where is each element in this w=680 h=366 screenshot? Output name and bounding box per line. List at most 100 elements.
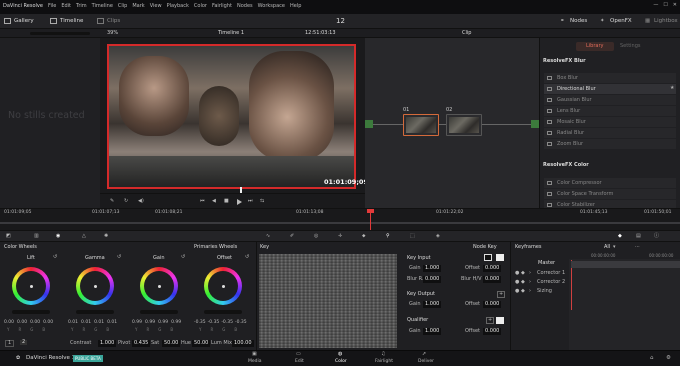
expand-chevron-icon[interactable]: › bbox=[529, 271, 531, 276]
expand-chevron-icon[interactable]: › bbox=[529, 280, 531, 285]
page-fairlight[interactable]: Fairlight bbox=[375, 359, 393, 365]
gain-master-slider[interactable] bbox=[140, 310, 178, 314]
key-offset-field[interactable]: 0.000 bbox=[483, 265, 502, 272]
menu-playback[interactable]: Playback bbox=[167, 4, 189, 9]
lummix-field[interactable]: 100.00 bbox=[232, 340, 254, 347]
reset-icon[interactable]: ↺ bbox=[53, 255, 57, 260]
fx-item-box-blur[interactable]: Box Blur bbox=[544, 73, 676, 83]
keyframe-track-area[interactable] bbox=[569, 259, 680, 350]
viewer-zoom[interactable]: 39% bbox=[107, 31, 118, 36]
menu-timeline[interactable]: Timeline bbox=[92, 4, 113, 9]
playhead-handle[interactable] bbox=[367, 209, 374, 213]
out-gain-field[interactable]: 1.000 bbox=[423, 301, 442, 308]
pen-icon[interactable]: ✎ bbox=[110, 199, 114, 204]
blur-hv-field[interactable]: 0.000 bbox=[483, 276, 502, 283]
settings-gear-icon[interactable]: ⚙ bbox=[666, 355, 671, 362]
fx-item-gaussian-blur[interactable]: Gaussian Blur bbox=[544, 95, 676, 105]
gallery-tab[interactable]: Gallery bbox=[14, 18, 34, 25]
menu-trim[interactable]: Trim bbox=[76, 4, 87, 9]
value[interactable]: -0.35 bbox=[235, 320, 247, 325]
page-color[interactable]: Color bbox=[335, 359, 347, 365]
keyframe-diamond-icon[interactable]: ◆ bbox=[521, 271, 525, 276]
gamma-wheel[interactable] bbox=[76, 267, 114, 305]
fx-item-zoom-blur[interactable]: Zoom Blur bbox=[544, 139, 676, 149]
value[interactable]: 0.01 bbox=[81, 320, 91, 325]
keyframe-options-icon[interactable]: ⋯ bbox=[635, 245, 640, 250]
fx-item-color-stabilizer[interactable]: Color Stabilizer bbox=[544, 200, 676, 208]
keyframes-icon[interactable]: ◆ bbox=[618, 234, 622, 239]
menu-workspace[interactable]: Workspace bbox=[258, 4, 285, 9]
reset-icon[interactable]: ↺ bbox=[181, 255, 185, 260]
pivot-field[interactable]: 0.435 bbox=[132, 340, 151, 347]
value[interactable]: 0.00 bbox=[17, 320, 27, 325]
offset-master-slider[interactable] bbox=[204, 310, 242, 314]
blur-r-field[interactable]: 0.000 bbox=[423, 276, 442, 283]
expand-chevron-icon[interactable]: › bbox=[529, 289, 531, 294]
library-tab[interactable]: Library bbox=[586, 44, 603, 49]
minimize-icon[interactable]: — bbox=[653, 3, 658, 8]
fx-item-color-compressor[interactable]: Color Compressor bbox=[544, 178, 676, 188]
value[interactable]: 0.01 bbox=[68, 320, 78, 325]
loop-icon[interactable]: ↻ bbox=[124, 199, 128, 204]
motion-effects-icon[interactable]: ✺ bbox=[104, 234, 108, 239]
clip-mode-selector[interactable]: Clip bbox=[462, 31, 471, 36]
wheel-handle[interactable] bbox=[29, 284, 33, 288]
gamma-master-slider[interactable] bbox=[76, 310, 114, 314]
value[interactable]: -0.35 bbox=[208, 320, 220, 325]
favorite-star-icon[interactable]: ★ bbox=[670, 86, 674, 91]
value[interactable]: 0.99 bbox=[145, 320, 155, 325]
keyframe-diamond-icon[interactable]: ◆ bbox=[521, 289, 525, 294]
clips-tab[interactable]: Clips bbox=[107, 18, 120, 25]
play-icon[interactable] bbox=[237, 199, 242, 205]
page-edit[interactable]: Edit bbox=[295, 359, 304, 365]
edit-icon[interactable]: ▭ bbox=[296, 352, 301, 357]
value[interactable]: 0.01 bbox=[107, 320, 117, 325]
keyframe-dot-icon[interactable]: ● bbox=[515, 271, 519, 276]
offset-wheel[interactable] bbox=[204, 267, 242, 305]
keyframe-dot-icon[interactable]: ● bbox=[515, 289, 519, 294]
menu-help[interactable]: Help bbox=[290, 4, 301, 9]
fx-item-mosaic-blur[interactable]: Mosaic Blur bbox=[544, 117, 676, 127]
gallery-zoom-slider[interactable] bbox=[30, 32, 90, 35]
key-icon[interactable]: ⚲ bbox=[386, 234, 390, 239]
key-input-white-swatch[interactable] bbox=[496, 254, 504, 261]
menu-edit[interactable]: Edit bbox=[61, 4, 71, 9]
page-1-button[interactable]: 1 bbox=[5, 340, 15, 347]
qualifier-white-swatch[interactable] bbox=[496, 317, 504, 324]
value[interactable]: 0.00 bbox=[4, 320, 14, 325]
color-wheels-icon[interactable]: ◉ bbox=[56, 234, 60, 239]
invert-icon[interactable]: + bbox=[497, 291, 506, 298]
curves-icon[interactable]: ∿ bbox=[266, 234, 270, 239]
corrector-2-row[interactable]: Corrector 2 bbox=[537, 280, 565, 285]
q-offset-field[interactable]: 0.000 bbox=[483, 328, 502, 335]
keyframe-dot-icon[interactable]: ● bbox=[515, 280, 519, 285]
info-icon[interactable]: ⓘ bbox=[654, 234, 659, 239]
home-icon[interactable]: ⌂ bbox=[650, 355, 654, 362]
q-gain-field[interactable]: 1.000 bbox=[423, 328, 442, 335]
key-input-black-swatch[interactable] bbox=[484, 254, 492, 261]
sizing-icon[interactable]: ⬚ bbox=[410, 234, 415, 239]
sat-field[interactable]: 50.00 bbox=[162, 340, 181, 347]
wheel-handle[interactable] bbox=[93, 284, 97, 288]
openfx-button[interactable]: OpenFX bbox=[610, 18, 632, 25]
deliver-icon[interactable]: ➚ bbox=[422, 352, 426, 357]
color-page-icon[interactable]: ◍ bbox=[338, 352, 342, 357]
keyframes-filter[interactable]: All bbox=[604, 245, 610, 250]
value[interactable]: 0.99 bbox=[132, 320, 142, 325]
fx-item-radial-blur[interactable]: Radial Blur bbox=[544, 128, 676, 138]
gain-wheel[interactable] bbox=[140, 267, 178, 305]
window-icon[interactable]: ◎ bbox=[314, 234, 318, 239]
mini-timeline[interactable]: 01:01:09;05 01:01:07;13 01:01:08;21 01:0… bbox=[0, 208, 680, 231]
fx-item-lens-blur[interactable]: Lens Blur bbox=[544, 106, 676, 116]
wheel-handle[interactable] bbox=[221, 284, 225, 288]
settings-tab[interactable]: Settings bbox=[620, 44, 641, 49]
fairlight-icon[interactable]: ♫ bbox=[381, 352, 385, 357]
fx-item-color-space-transform[interactable]: Color Space Transform bbox=[544, 189, 676, 199]
page-2-button[interactable]: 2 bbox=[20, 340, 28, 345]
contrast-field[interactable]: 1.000 bbox=[98, 340, 117, 347]
fx-item-directional-blur[interactable]: Directional Blur ★ bbox=[544, 84, 676, 94]
first-frame-icon[interactable]: ⏮ bbox=[200, 199, 205, 204]
reverse-icon[interactable]: ◀ bbox=[212, 199, 216, 204]
menu-clip[interactable]: Clip bbox=[118, 4, 127, 9]
page-deliver[interactable]: Deliver bbox=[418, 359, 434, 365]
